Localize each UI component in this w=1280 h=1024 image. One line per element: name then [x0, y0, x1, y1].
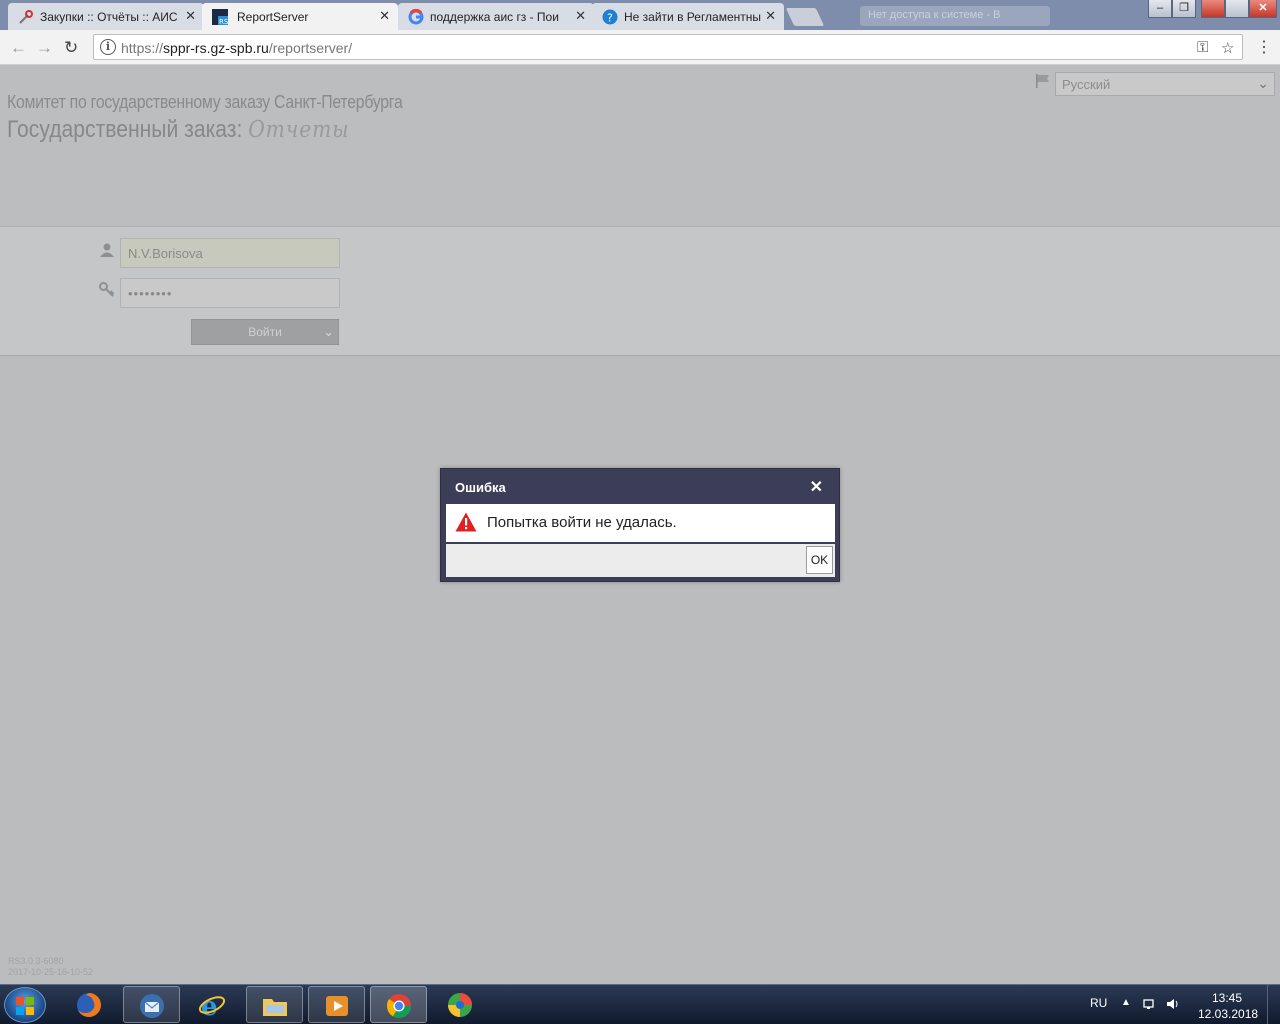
google-icon [408, 9, 424, 25]
maximize-button[interactable] [1225, 0, 1249, 18]
version-number: RS3.0.3-6080 [8, 956, 64, 966]
page-header: Комитет по государственному заказу Санкт… [0, 66, 1280, 226]
tab-reportserver[interactable]: RS ReportServer ✕ [202, 3, 398, 30]
taskbar-ie[interactable]: e [184, 986, 241, 1023]
dialog-title: Ошибка [455, 480, 506, 495]
chevron-down-icon[interactable]: ⌄ [323, 320, 334, 344]
tab-label: поддержка аис гз - Пои [430, 10, 559, 24]
back-arrow-icon[interactable]: ← [10, 38, 27, 58]
minimize-button-2[interactable] [1201, 0, 1225, 18]
svg-text:e: e [201, 992, 218, 1019]
clock-date[interactable]: 12.03.2018 [1198, 1007, 1258, 1021]
taskbar-explorer[interactable] [246, 986, 303, 1023]
login-button[interactable]: Войти ⌄ [191, 319, 339, 345]
tools-icon [19, 10, 33, 24]
tray-expand-icon[interactable]: ▲ [1121, 997, 1131, 1008]
close-icon[interactable]: ✕ [379, 8, 390, 24]
tab-google-search[interactable]: поддержка аис гз - Пои ✕ [398, 3, 594, 30]
tab-label: Не зайти в Регламентны [624, 10, 762, 24]
help-icon: ? [602, 9, 618, 25]
close-icon[interactable]: ✕ [575, 8, 586, 24]
restore-button[interactable]: ❐ [1172, 0, 1196, 18]
app-title-script: Отчеты [248, 117, 350, 143]
window-close-button[interactable]: ✕ [1249, 0, 1277, 18]
restore-icon: ❐ [1179, 2, 1189, 14]
taskbar-thunderbird[interactable] [123, 986, 180, 1023]
windows-logo-icon [16, 997, 34, 1015]
windows-taskbar: e RU ▲ 13:45 12.03.2018 [0, 984, 1280, 1024]
browser-tab-bar: Закупки :: Отчёты :: АИС ✕ RS ReportServ… [0, 0, 1280, 30]
app-title: Государственный заказ: Отчеты [7, 116, 350, 144]
info-icon[interactable]: i [100, 39, 116, 55]
user-icon [100, 243, 114, 257]
show-desktop-button[interactable] [1267, 985, 1280, 1024]
key-icon[interactable]: ⚿ [1197, 39, 1208, 56]
login-panel: N.V.Borisova •••••••• Войти ⌄ [0, 226, 1280, 356]
folder-icon [263, 999, 287, 1016]
address-url[interactable]: https://sppr-rs.gz-spb.ru/reportserver/ [121, 40, 352, 56]
close-icon[interactable]: ✕ [810, 477, 823, 497]
close-icon[interactable]: ✕ [185, 8, 196, 24]
tab-zakupki[interactable]: Закупки :: Отчёты :: АИС ✕ [8, 3, 204, 30]
password-field[interactable]: •••••••• [120, 278, 340, 308]
volume-icon[interactable] [1166, 997, 1180, 1011]
network-icon[interactable] [1143, 997, 1157, 1011]
colorful-app-icon [448, 993, 472, 1017]
address-bar[interactable]: i https://sppr-rs.gz-spb.ru/reportserver… [93, 34, 1243, 60]
chrome-icon [386, 994, 411, 1019]
app-title-text: Государственный заказ: [7, 116, 243, 143]
chevron-down-icon: ⌄ [1257, 75, 1269, 91]
error-dialog: Ошибка ✕ Попытка войти не удалась. OK [440, 468, 840, 582]
dialog-footer: OK [446, 544, 835, 577]
clock-time[interactable]: 13:45 [1212, 991, 1242, 1005]
dialog-message: Попытка войти не удалась. [487, 514, 677, 531]
svg-text:RS: RS [219, 18, 228, 25]
tab-label: ReportServer [237, 10, 309, 24]
url-scheme: https:// [121, 40, 164, 56]
language-value: Русский [1062, 77, 1111, 92]
taskbar-media-player[interactable] [308, 986, 365, 1023]
ok-button[interactable]: OK [806, 546, 833, 574]
warning-icon [455, 512, 477, 532]
browser-toolbar: ← → ↻ i https://sppr-rs.gz-spb.ru/report… [0, 30, 1280, 65]
media-player-icon [326, 996, 348, 1016]
build-date: 2017-10-25-16-10-52 [8, 967, 94, 977]
tab-help[interactable]: ? Не зайти в Регламентны ✕ [592, 3, 784, 30]
svg-text:?: ? [607, 12, 613, 25]
reload-icon[interactable]: ↻ [64, 38, 78, 58]
version-info: RS3.0.3-6080 2017-10-25-16-10-52 [8, 956, 93, 978]
url-path: /reportserver/ [268, 40, 353, 56]
menu-dots-icon[interactable]: ⋮ [1256, 37, 1272, 57]
forward-arrow-icon[interactable]: → [36, 38, 53, 58]
tray-language[interactable]: RU [1090, 996, 1107, 1010]
taskbar-app[interactable] [432, 986, 489, 1023]
language-select[interactable]: Русский ⌄ [1055, 72, 1275, 96]
internet-explorer-icon: e [198, 992, 226, 1019]
org-name: Комитет по государственному заказу Санкт… [7, 92, 403, 112]
star-icon[interactable]: ☆ [1221, 39, 1234, 57]
login-button-label: Войти [248, 325, 282, 339]
minimize-button[interactable]: – [1148, 0, 1172, 18]
firefox-icon [77, 993, 101, 1017]
tab-label: Закупки :: Отчёты :: АИС [40, 10, 178, 24]
rs-icon: RS [212, 9, 228, 25]
url-host: sppr-rs.gz-spb.ru [163, 40, 269, 56]
dialog-body: Попытка войти не удалась. [446, 504, 835, 542]
username-field[interactable]: N.V.Borisova [120, 238, 340, 268]
background-window-tab: Нет доступа к системе - В [860, 6, 1050, 26]
flag-icon [1036, 74, 1049, 88]
taskbar-chrome[interactable] [370, 986, 427, 1023]
close-icon[interactable]: ✕ [765, 8, 776, 24]
start-button[interactable] [4, 987, 46, 1023]
taskbar-firefox[interactable] [61, 986, 118, 1023]
thunderbird-icon [140, 994, 164, 1018]
new-tab-button[interactable] [785, 8, 825, 26]
key-icon [99, 282, 115, 297]
